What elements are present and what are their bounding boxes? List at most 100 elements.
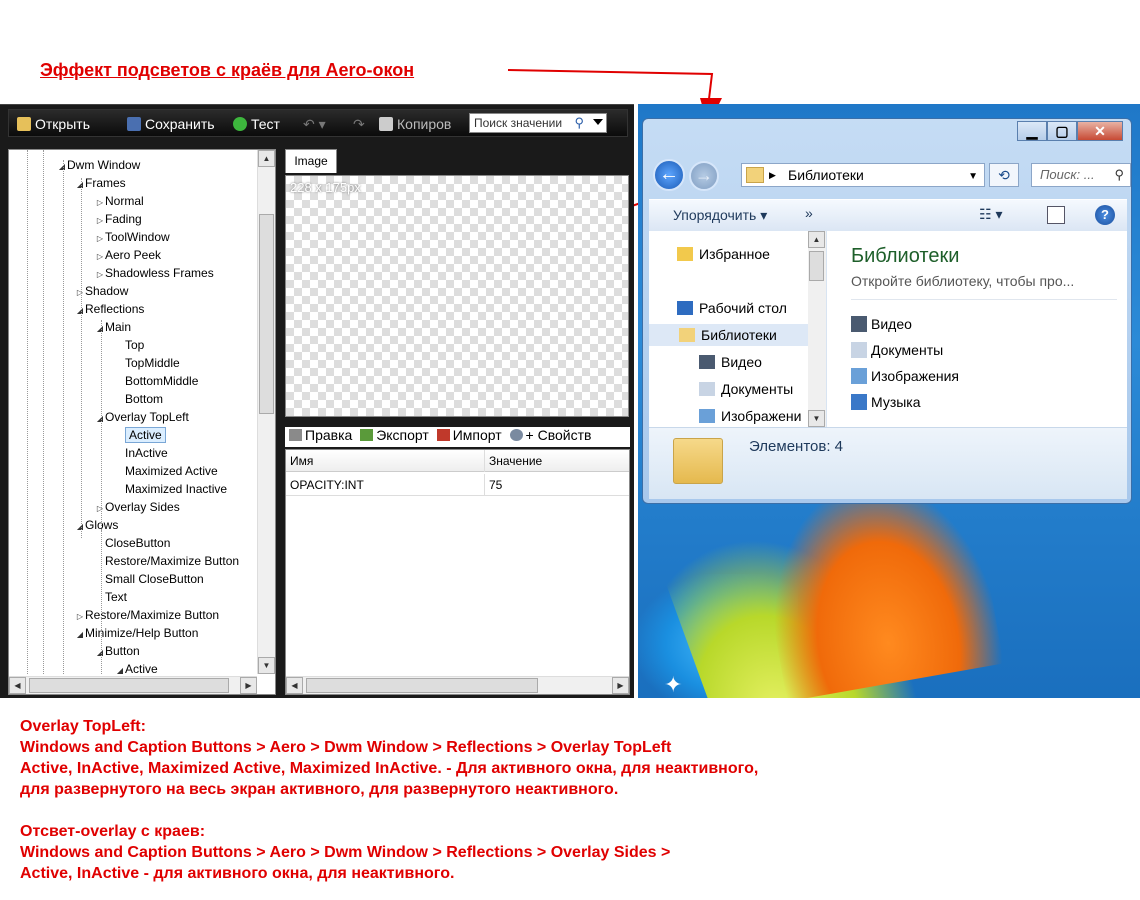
nav-item[interactable]: Изображени (699, 405, 801, 427)
redo-button[interactable]: ↷ (353, 115, 365, 133)
address-bar[interactable]: ▶ Библиотеки ▼ (741, 163, 985, 187)
nav-item[interactable]: Библиотеки (649, 324, 809, 346)
expander-icon[interactable]: ◢ (95, 320, 105, 338)
column-value-header[interactable]: Значение (484, 450, 629, 472)
library-item[interactable]: Документы (851, 339, 943, 361)
nav-vertical-scrollbar[interactable]: ▲ ▼ (808, 231, 826, 427)
expander-icon[interactable]: ◢ (75, 518, 85, 536)
tree-item[interactable]: TopMiddle (115, 354, 180, 372)
tree-item[interactable]: ◢ Active (115, 660, 158, 674)
tree-item[interactable]: Active (115, 426, 166, 444)
annotation-note-line: Active, InActive, Maximized Active, Maxi… (20, 760, 759, 777)
tree-item[interactable]: CloseButton (95, 534, 170, 552)
tree-item[interactable]: ◢ Reflections (75, 300, 144, 318)
tree-item[interactable]: ◢ Dwm Window (57, 156, 140, 174)
expander-icon[interactable]: ◢ (57, 158, 67, 176)
tree-item[interactable]: Bottom (115, 390, 163, 408)
properties-button[interactable]: + Свойств (509, 427, 591, 443)
scroll-left-icon[interactable]: ◀ (9, 677, 26, 694)
tree-item[interactable]: ◢ Minimize/Help Button (75, 624, 198, 642)
column-name-header[interactable]: Имя (286, 450, 484, 472)
export-button[interactable]: Экспорт (360, 427, 429, 443)
undo-button[interactable]: ↶ ▾ (303, 115, 326, 133)
organize-button[interactable]: Упорядочить ▾ (673, 207, 767, 224)
scroll-right-icon[interactable]: ▶ (240, 677, 257, 694)
open-button[interactable]: Открыть (17, 115, 90, 133)
tree-item[interactable]: ▷ Restore/Maximize Button (75, 606, 219, 624)
breadcrumb[interactable]: Библиотеки (788, 167, 864, 183)
nav-item[interactable]: Документы (699, 378, 793, 400)
scroll-up-icon[interactable]: ▲ (258, 150, 275, 167)
expander-icon[interactable]: ◢ (115, 662, 125, 674)
tree-item[interactable]: ▷ ToolWindow (95, 228, 170, 246)
test-button[interactable]: Тест (233, 115, 280, 133)
tree-item-label: Restore/Maximize Button (85, 608, 220, 622)
library-item[interactable]: Видео (851, 313, 912, 335)
expander-icon[interactable]: ◢ (95, 410, 105, 428)
copy-button[interactable]: Копиров (379, 115, 451, 133)
scroll-thumb[interactable] (29, 678, 229, 693)
tree-item-label: Frames (85, 176, 126, 190)
tree-item[interactable]: ▷ Shadow (75, 282, 128, 300)
search-input[interactable]: Поиск значении ⚲ (469, 113, 607, 133)
tree-item-label: Overlay Sides (105, 500, 180, 514)
chevron-down-icon[interactable]: ▼ (968, 166, 978, 188)
help-icon[interactable]: ? (1095, 205, 1115, 225)
close-button[interactable]: ✕ (1077, 121, 1123, 141)
nav-item[interactable]: Рабочий стол (677, 297, 787, 319)
import-button[interactable]: Импорт (436, 427, 502, 443)
refresh-button[interactable]: ⟲ (989, 163, 1019, 187)
tree-item[interactable]: ▷ Shadowless Frames (95, 264, 214, 282)
scroll-thumb[interactable] (259, 214, 274, 414)
tree-guide-line (43, 150, 44, 674)
more-commands-button[interactable]: » (805, 205, 813, 221)
view-options-icon[interactable]: ☷ ▾ (979, 206, 1002, 223)
explorer-search-input[interactable]: Поиск: ... ⚲ (1031, 163, 1131, 187)
library-item[interactable]: Изображения (851, 365, 959, 387)
grid-row[interactable]: OPACITY:INT 75 (286, 474, 629, 496)
scroll-left-icon[interactable]: ◀ (286, 677, 303, 694)
scroll-up-icon[interactable]: ▲ (808, 231, 825, 248)
back-button[interactable]: ← (653, 159, 685, 191)
save-button[interactable]: Сохранить (127, 115, 215, 133)
maximize-button[interactable]: ▢ (1047, 121, 1077, 141)
nav-item[interactable]: Видео (699, 351, 762, 373)
tab-image[interactable]: Image (285, 149, 337, 173)
tree-item[interactable]: Small CloseButton (95, 570, 204, 588)
edit-button[interactable]: Правка (289, 427, 352, 443)
tree-item[interactable]: ▷ Aero Peek (95, 246, 161, 264)
tree-item[interactable]: Restore/Maximize Button (95, 552, 239, 570)
tree-item[interactable]: BottomMiddle (115, 372, 198, 390)
scroll-thumb[interactable] (306, 678, 538, 693)
grid-cell-value[interactable]: 75 (484, 474, 629, 496)
minimize-button[interactable]: ▁ (1017, 121, 1047, 141)
grid-horizontal-scrollbar[interactable]: ◀ ▶ (286, 676, 629, 694)
preview-pane-icon[interactable] (1047, 206, 1065, 224)
tree-item[interactable]: Top (115, 336, 144, 354)
tree-item[interactable]: Maximized Active (115, 462, 218, 480)
expander-icon[interactable]: ◢ (75, 302, 85, 320)
tree-item[interactable]: ▷ Fading (95, 210, 142, 228)
tree-horizontal-scrollbar[interactable]: ◀ ▶ (9, 676, 257, 694)
dropdown-arrow-icon[interactable] (593, 119, 603, 125)
tree-item[interactable]: ◢ Frames (75, 174, 126, 192)
annotation-note-line: Windows and Caption Buttons > Aero > Dwm… (20, 844, 671, 861)
expander-icon[interactable]: ◢ (75, 626, 85, 644)
tree-vertical-scrollbar[interactable]: ▲ ▼ (257, 150, 275, 674)
nav-item[interactable]: Избранное (677, 243, 770, 265)
tree-item[interactable]: Text (95, 588, 127, 606)
scroll-down-icon[interactable]: ▼ (808, 410, 825, 427)
library-item[interactable]: Музыка (851, 391, 921, 413)
tree-item[interactable]: InActive (115, 444, 168, 462)
expander-icon[interactable]: ◢ (75, 176, 85, 194)
scroll-right-icon[interactable]: ▶ (612, 677, 629, 694)
tree-item[interactable]: ▷ Overlay Sides (95, 498, 180, 516)
tree-item[interactable]: ▷ Normal (95, 192, 144, 210)
scroll-down-icon[interactable]: ▼ (258, 657, 275, 674)
scroll-thumb[interactable] (809, 251, 824, 281)
tree-item[interactable]: ◢ Overlay TopLeft (95, 408, 189, 426)
breadcrumb-arrow-icon[interactable]: ▶ (769, 164, 776, 186)
forward-button[interactable]: → (689, 161, 719, 191)
expander-icon[interactable]: ◢ (95, 644, 105, 662)
tree-item[interactable]: Maximized Inactive (115, 480, 227, 498)
